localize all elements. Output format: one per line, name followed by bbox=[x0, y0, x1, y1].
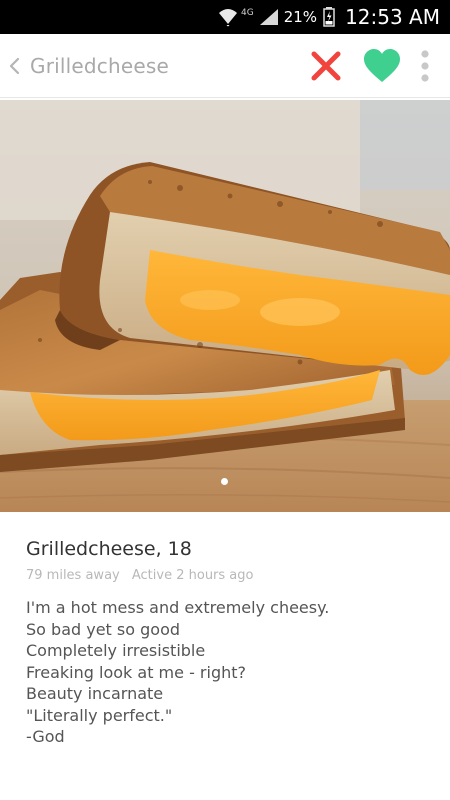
clock: 12:53 AM bbox=[345, 5, 440, 29]
close-icon bbox=[311, 51, 341, 81]
back-chevron-icon bbox=[9, 57, 20, 74]
profile-info: Grilledcheese, 18 79 miles away Active 2… bbox=[26, 538, 426, 748]
signal-icon bbox=[259, 9, 278, 25]
back-button[interactable]: Grilledcheese bbox=[8, 34, 169, 98]
profile-photo[interactable] bbox=[0, 100, 450, 512]
page-title: Grilledcheese bbox=[30, 53, 169, 78]
network-type: 4G bbox=[241, 8, 254, 18]
bio-line: So bad yet so good bbox=[26, 619, 181, 639]
profile-name-age: Grilledcheese, 18 bbox=[26, 538, 192, 560]
more-options-button[interactable] bbox=[410, 42, 440, 90]
bio-line: -God bbox=[26, 727, 65, 746]
profile-bio: I'm a hot mess and extremely cheesy. So … bbox=[26, 597, 426, 748]
heart-icon bbox=[364, 49, 400, 82]
profile-actions bbox=[302, 34, 450, 98]
bio-line: Beauty incarnate bbox=[26, 684, 164, 703]
distance-text: 79 miles away bbox=[26, 568, 120, 583]
status-bar: 4G 21% 12:53 AM bbox=[0, 0, 450, 34]
like-button[interactable] bbox=[358, 42, 406, 90]
bio-line: "Literally perfect." bbox=[26, 705, 173, 725]
battery-icon bbox=[323, 7, 335, 27]
bio-line: I'm a hot mess and extremely cheesy. bbox=[26, 598, 330, 617]
dislike-button[interactable] bbox=[302, 42, 350, 90]
bio-line: Freaking look at me - right? bbox=[26, 662, 247, 682]
bio-line: Completely irresistible bbox=[26, 641, 206, 660]
photo-page-indicator bbox=[221, 478, 228, 485]
profile-meta: 79 miles away Active 2 hours ago bbox=[26, 568, 426, 583]
active-status: Active 2 hours ago bbox=[131, 568, 254, 583]
more-vertical-icon bbox=[421, 50, 429, 82]
app-header: Grilledcheese bbox=[0, 34, 450, 98]
wifi-icon bbox=[219, 9, 238, 27]
grilled-cheese-photo bbox=[0, 100, 450, 512]
battery-percent: 21% bbox=[283, 8, 318, 26]
